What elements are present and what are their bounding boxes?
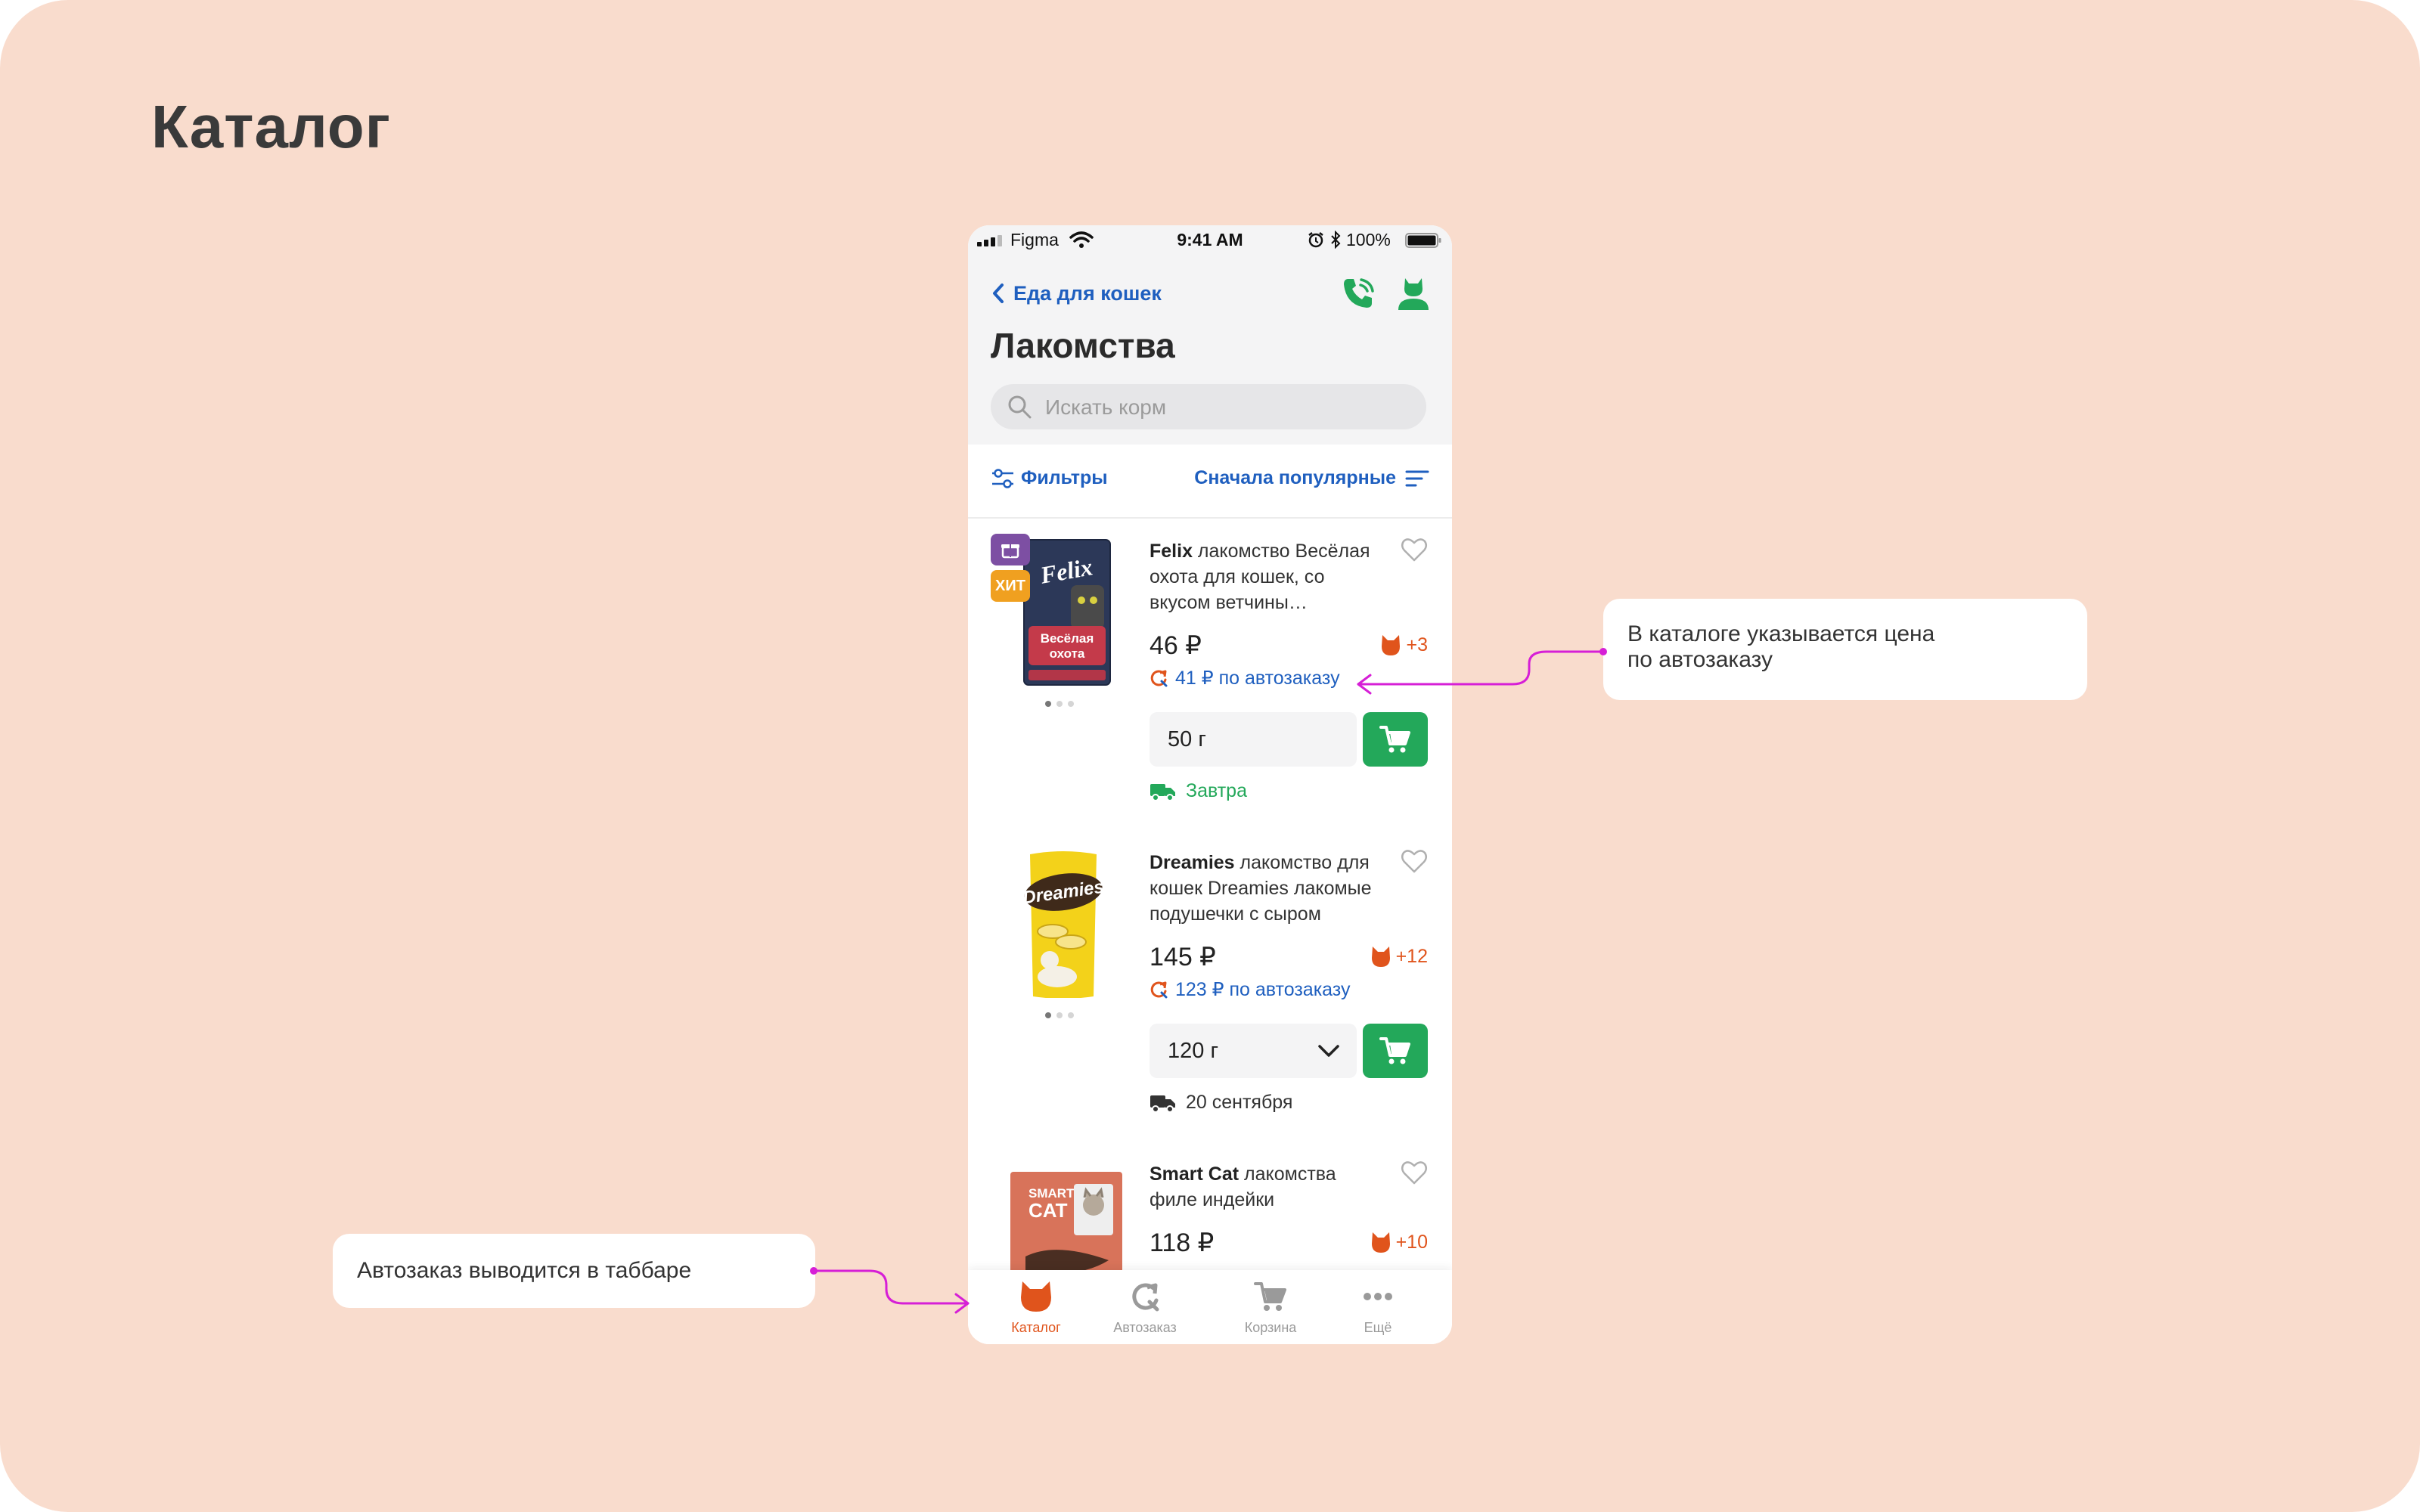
filter-bar: Фильтры Сначала популярные <box>968 445 1452 519</box>
bonus-value: +12 <box>1395 945 1428 967</box>
product-card-felix[interactable]: Felix Весёлая охота ХИТ Felix лакомство … <box>968 519 1452 832</box>
add-to-cart-button[interactable] <box>1363 1024 1428 1078</box>
call-icon[interactable] <box>1340 275 1376 311</box>
favorite-heart-icon[interactable] <box>1401 848 1428 874</box>
page-heading: Каталог <box>151 93 391 160</box>
favorite-heart-icon[interactable] <box>1401 1160 1428 1185</box>
status-bar: Figma 9:41 AM 100% <box>968 225 1452 256</box>
callout-text: Автозаказ выводится в таббаре <box>357 1258 692 1283</box>
product-name[interactable]: Smart Cat лакомства филе индейки <box>1150 1161 1384 1213</box>
back-label: Еда для кошек <box>1013 281 1162 305</box>
product-image[interactable]: Dreamies <box>995 847 1131 999</box>
cat-icon <box>1021 1281 1051 1312</box>
chevron-left-icon <box>993 284 1004 303</box>
page-title: Лакомства <box>991 326 1175 365</box>
more-icon <box>1364 1293 1392 1300</box>
autoorder-price-callout: В каталоге указывается цена по автозаказ… <box>1603 599 2087 700</box>
header-area: Figma 9:41 AM 100% Еда для кошек Лакомст… <box>968 225 1452 445</box>
delivery-truck-icon <box>1150 1095 1175 1113</box>
bluetooth-icon <box>1331 231 1341 249</box>
alarm-icon <box>1308 232 1323 248</box>
product-brand: Felix <box>1150 541 1193 562</box>
callout-line-1: В каталоге указывается цена <box>1627 621 1935 646</box>
delivery-info: Завтра <box>1150 780 1247 802</box>
bonus-points: +10 <box>1370 1231 1428 1253</box>
favorite-heart-icon[interactable] <box>1401 537 1428 562</box>
filters-button[interactable]: Фильтры <box>991 467 1108 489</box>
autoorder-price-text: 41 ₽ по автозаказу <box>1175 668 1340 689</box>
tab-cart[interactable]: Корзина <box>1210 1270 1331 1344</box>
add-to-cart-button[interactable] <box>1363 712 1428 767</box>
product-brand: Smart Cat <box>1150 1163 1239 1185</box>
tab-label: Ещё <box>1364 1320 1392 1335</box>
autoorder-price-text: 123 ₽ по автозаказу <box>1175 979 1351 1000</box>
chevron-down-icon <box>1318 1045 1339 1057</box>
product-card-dreamies[interactable]: Dreamies Dreamies лакомство для кошек Dr… <box>968 830 1452 1143</box>
tab-label: Корзина <box>1244 1320 1297 1335</box>
autoorder-price: 41 ₽ по автозаказу <box>1150 667 1340 689</box>
weight-selector[interactable]: 120 г <box>1150 1024 1357 1078</box>
cat-head-icon <box>1382 635 1401 655</box>
tab-label: Автозаказ <box>1113 1320 1177 1335</box>
cat-head-icon <box>1371 1232 1390 1253</box>
product-price: 118 ₽ <box>1150 1228 1215 1257</box>
weight-value: 50 г <box>1168 727 1206 751</box>
cat-head-icon <box>1371 947 1390 967</box>
sort-icon <box>1405 470 1429 486</box>
phone-screen: Figma 9:41 AM 100% Еда для кошек Лакомст… <box>968 225 1452 1344</box>
autoorder-icon <box>1150 981 1168 999</box>
sort-label: Сначала популярные <box>1194 467 1396 488</box>
profile-icon[interactable] <box>1396 275 1431 311</box>
delivery-info: 20 сентября <box>1150 1092 1292 1114</box>
delivery-date: Завтра <box>1186 780 1247 801</box>
cart-icon <box>1379 726 1410 753</box>
autoorder-price: 123 ₽ по автозаказу <box>1150 978 1350 1001</box>
filters-label: Фильтры <box>1021 467 1108 488</box>
product-brand: Dreamies <box>1150 852 1235 873</box>
tabbar-arrow <box>812 1269 970 1314</box>
product-price: 145 ₽ <box>1150 943 1216 971</box>
hit-badge: ХИТ <box>991 570 1030 602</box>
tab-more[interactable]: Ещё <box>1317 1270 1438 1344</box>
product-name[interactable]: Dreamies лакомство для кошек Dreamies ла… <box>1150 850 1384 927</box>
bonus-points: +3 <box>1380 634 1428 656</box>
back-button[interactable]: Еда для кошек <box>991 280 1162 307</box>
gift-badge <box>991 534 1030 565</box>
bonus-value: +10 <box>1395 1231 1428 1253</box>
svg-text:Весёлая: Весёлая <box>1041 631 1094 646</box>
battery-icon <box>1405 233 1441 248</box>
weight-value: 120 г <box>1168 1039 1219 1063</box>
cart-icon <box>1254 1282 1286 1311</box>
bonus-value: +3 <box>1406 634 1428 655</box>
image-pagination <box>1045 1009 1083 1018</box>
tab-bar: Каталог Автозаказ Корзина Ещё <box>968 1270 1452 1344</box>
search-input[interactable] <box>1044 384 1410 431</box>
search-field[interactable] <box>991 384 1426 431</box>
weight-selector[interactable]: 50 г <box>1150 712 1357 767</box>
svg-text:CAT: CAT <box>1028 1199 1068 1222</box>
tab-label: Каталог <box>1011 1320 1061 1335</box>
delivery-date: 20 сентября <box>1186 1092 1293 1113</box>
callout-line-2: по автозаказу <box>1627 647 1773 672</box>
autoorder-icon <box>1150 670 1168 687</box>
autoorder-icon <box>1132 1283 1159 1312</box>
presentation-canvas: Каталог Figma 9:41 AM 100% Еда для кошек… <box>0 0 2420 1512</box>
product-price: 46 ₽ <box>1150 631 1202 660</box>
sliders-icon <box>992 468 1013 488</box>
battery-percent: 100% <box>1346 230 1391 249</box>
bonus-points: +12 <box>1370 945 1428 968</box>
svg-text:охота: охота <box>1050 646 1085 661</box>
search-icon <box>1008 395 1032 419</box>
delivery-truck-icon <box>1150 783 1175 801</box>
tabbar-callout: Автозаказ выводится в таббаре <box>333 1234 815 1308</box>
gift-icon <box>1001 544 1019 559</box>
sort-button[interactable]: Сначала популярные <box>1194 467 1429 489</box>
image-pagination <box>1045 697 1083 707</box>
tab-catalog[interactable]: Каталог <box>976 1270 1097 1344</box>
cart-icon <box>1379 1037 1410 1064</box>
product-name[interactable]: Felix лакомство Весёлая охота для кошек,… <box>1150 538 1384 615</box>
tab-autoorder[interactable]: Автозаказ <box>1084 1270 1205 1344</box>
